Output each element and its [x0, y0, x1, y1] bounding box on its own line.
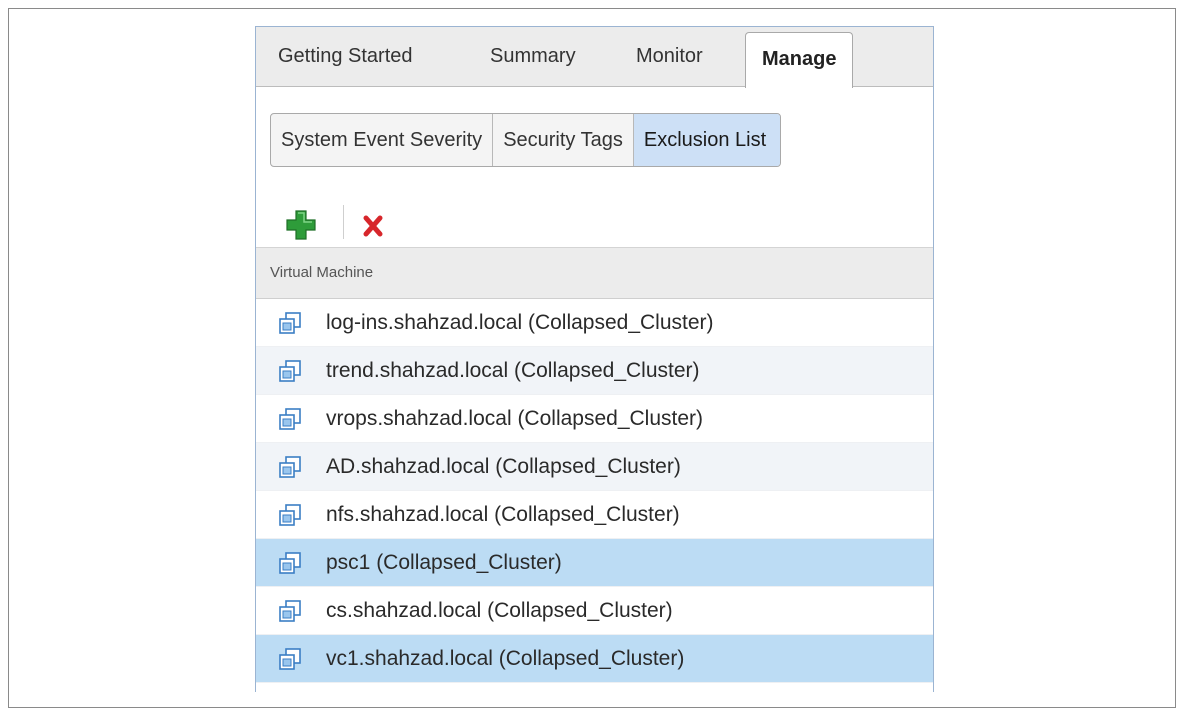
- vm-row-label: trend.shahzad.local (Collapsed_Cluster): [326, 359, 700, 382]
- vm-row[interactable]: trend.shahzad.local (Collapsed_Cluster): [256, 347, 933, 395]
- remove-button[interactable]: [360, 203, 390, 243]
- virtual-machine-icon: [279, 600, 301, 622]
- tab-summary[interactable]: Summary: [490, 27, 576, 87]
- vm-row-label: cs.shahzad.local (Collapsed_Cluster): [326, 599, 673, 622]
- vm-row[interactable]: nfs.shahzad.local (Collapsed_Cluster): [256, 491, 933, 539]
- vm-row-label: log-ins.shahzad.local (Collapsed_Cluster…: [326, 311, 714, 334]
- vm-row[interactable]: cs.shahzad.local (Collapsed_Cluster): [256, 587, 933, 635]
- add-button[interactable]: [286, 203, 316, 243]
- subtab-bar: System Event Severity Security Tags Excl…: [270, 113, 782, 167]
- subtab-system-event-severity[interactable]: System Event Severity: [271, 114, 494, 166]
- vm-row[interactable]: log-ins.shahzad.local (Collapsed_Cluster…: [256, 299, 933, 347]
- vm-row-label: AD.shahzad.local (Collapsed_Cluster): [326, 455, 681, 478]
- vm-row-label: vrops.shahzad.local (Collapsed_Cluster): [326, 407, 704, 430]
- virtual-machine-icon: [279, 648, 301, 670]
- vm-row[interactable]: AD.shahzad.local (Collapsed_Cluster): [256, 443, 933, 491]
- vm-row[interactable]: vc1.shahzad.local (Collapsed_Cluster): [256, 635, 933, 683]
- virtual-machine-icon: [279, 504, 301, 526]
- subtab-exclusion-list[interactable]: Exclusion List: [633, 114, 781, 166]
- virtual-machine-icon: [279, 312, 301, 334]
- virtual-machine-icon: [279, 408, 301, 430]
- virtual-machine-icon: [279, 360, 301, 382]
- tab-manage[interactable]: Manage: [745, 32, 854, 88]
- vm-row[interactable]: vrops.shahzad.local (Collapsed_Cluster): [256, 395, 933, 443]
- toolbar-separator: [343, 205, 344, 239]
- virtual-machine-icon: [279, 456, 301, 478]
- vsphere-panel: Getting Started Summary Monitor Manage S…: [255, 26, 934, 692]
- vm-row-label: psc1 (Collapsed_Cluster): [326, 551, 562, 574]
- subtab-security-tags[interactable]: Security Tags: [493, 114, 634, 166]
- vm-row-label: vc1.shahzad.local (Collapsed_Cluster): [326, 647, 685, 670]
- vm-row[interactable]: psc1 (Collapsed_Cluster): [256, 539, 933, 587]
- tab-monitor[interactable]: Monitor: [636, 27, 703, 87]
- column-header-virtual-machine[interactable]: Virtual Machine: [256, 247, 933, 299]
- virtual-machine-icon: [279, 552, 301, 574]
- add-icon: [286, 210, 316, 240]
- tab-bar: Getting Started Summary Monitor Manage: [256, 27, 933, 88]
- vm-list: log-ins.shahzad.local (Collapsed_Cluster…: [256, 299, 933, 683]
- vm-row-label: nfs.shahzad.local (Collapsed_Cluster): [326, 503, 680, 526]
- remove-icon: [363, 215, 383, 237]
- tab-getting-started[interactable]: Getting Started: [278, 27, 413, 87]
